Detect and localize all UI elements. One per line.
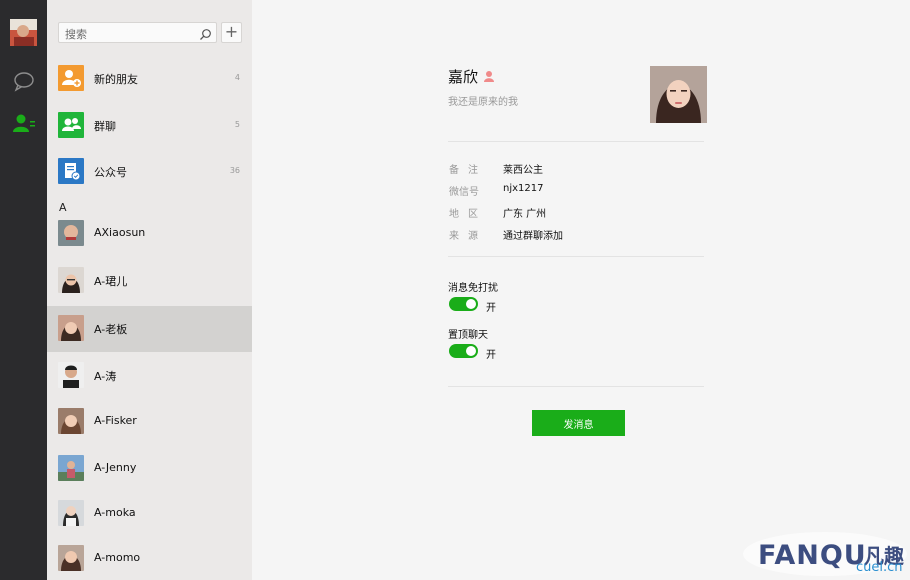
contact-avatar — [58, 315, 84, 341]
official-accounts-item[interactable]: 公众号 36 — [47, 149, 252, 195]
contact-item-selected[interactable]: A-老板 — [47, 306, 252, 352]
profile-signature: 我还是原来的我 — [448, 97, 518, 108]
official-accounts-label: 公众号 — [94, 166, 127, 179]
new-friends-label: 新的朋友 — [94, 73, 138, 86]
contact-avatar — [58, 500, 84, 526]
contact-name: A-momo — [94, 551, 141, 564]
contact-item[interactable]: A-涛 — [47, 353, 252, 399]
send-message-button[interactable]: 发消息 — [532, 410, 625, 436]
new-friends-count: 4 — [234, 73, 240, 82]
pin-chat-label: 置顶聊天 — [448, 330, 488, 341]
divider — [448, 141, 704, 142]
search-icon[interactable] — [199, 26, 212, 40]
contact-name: A-moka — [94, 506, 136, 519]
source-value: 通过群聊添加 — [503, 231, 563, 242]
watermark-brand: FANQU — [758, 540, 867, 571]
female-gender-icon — [483, 68, 495, 82]
contact-detail-panel: 嘉欣 我还是原来的我 备注 莱西公主 微信号 njx1217 地区 广东 广州 — [252, 0, 910, 580]
divider — [448, 386, 704, 387]
mute-notifications-label: 消息免打扰 — [448, 283, 498, 294]
new-friends-item[interactable]: 新的朋友 4 — [47, 56, 252, 102]
official-accounts-count: 36 — [229, 166, 240, 175]
remark-value: 莱西公主 — [503, 165, 543, 176]
chat-icon[interactable] — [11, 70, 37, 92]
contact-item[interactable]: AXiaosun — [47, 211, 252, 257]
contact-item[interactable]: A-momo — [47, 536, 252, 580]
contact-item[interactable]: A-Fisker — [47, 399, 252, 445]
group-chats-count: 5 — [234, 120, 240, 129]
wechat-window: + 新的朋友 4 — [0, 0, 910, 580]
mute-notifications-state: 开 — [486, 303, 496, 314]
search-input[interactable] — [59, 25, 189, 44]
contact-avatar — [58, 362, 84, 388]
pin-chat-toggle[interactable] — [449, 344, 478, 358]
group-chats-item[interactable]: 群聊 5 — [47, 103, 252, 149]
region-value: 广东 广州 — [503, 209, 547, 220]
contact-avatar — [58, 267, 84, 293]
wechat-id-value: njx1217 — [503, 183, 544, 194]
contact-name: AXiaosun — [94, 226, 146, 239]
search-box — [58, 22, 217, 44]
region-label: 地区 — [449, 209, 487, 220]
contact-name: A-Jenny — [94, 461, 137, 474]
add-contact-button[interactable]: + — [221, 22, 242, 43]
profile-photo[interactable] — [650, 66, 707, 123]
contact-item[interactable]: A-Jenny — [47, 446, 252, 492]
remark-label: 备注 — [449, 165, 487, 176]
pin-chat-state: 开 — [486, 350, 496, 361]
mute-notifications-toggle[interactable] — [449, 297, 478, 311]
contact-avatar — [58, 408, 84, 434]
contact-name: A-涛 — [94, 370, 117, 383]
contact-item[interactable]: A-珺儿 — [47, 258, 252, 304]
divider — [448, 256, 704, 257]
contact-avatar — [58, 545, 84, 571]
plus-icon: + — [224, 22, 239, 41]
contact-list-panel: + 新的朋友 4 — [47, 0, 252, 580]
left-nav-bar — [0, 0, 47, 580]
contact-avatar — [58, 220, 84, 246]
official-accounts-icon — [58, 158, 84, 184]
group-chats-icon — [58, 112, 84, 138]
my-avatar[interactable] — [10, 19, 37, 46]
group-chats-label: 群聊 — [94, 120, 116, 133]
source-label: 来源 — [449, 231, 487, 242]
new-friends-icon — [58, 65, 84, 91]
contact-avatar — [58, 455, 84, 481]
contact-name: A-Fisker — [94, 414, 137, 427]
contact-name: A-老板 — [94, 323, 128, 336]
contact-name: A-珺儿 — [94, 275, 128, 288]
wechat-id-label: 微信号 — [449, 187, 479, 198]
contact-item[interactable]: A-moka — [47, 491, 252, 537]
watermark-url: cuel.cn — [856, 560, 903, 575]
contacts-icon[interactable] — [11, 113, 37, 135]
profile-name: 嘉欣 — [448, 68, 479, 86]
